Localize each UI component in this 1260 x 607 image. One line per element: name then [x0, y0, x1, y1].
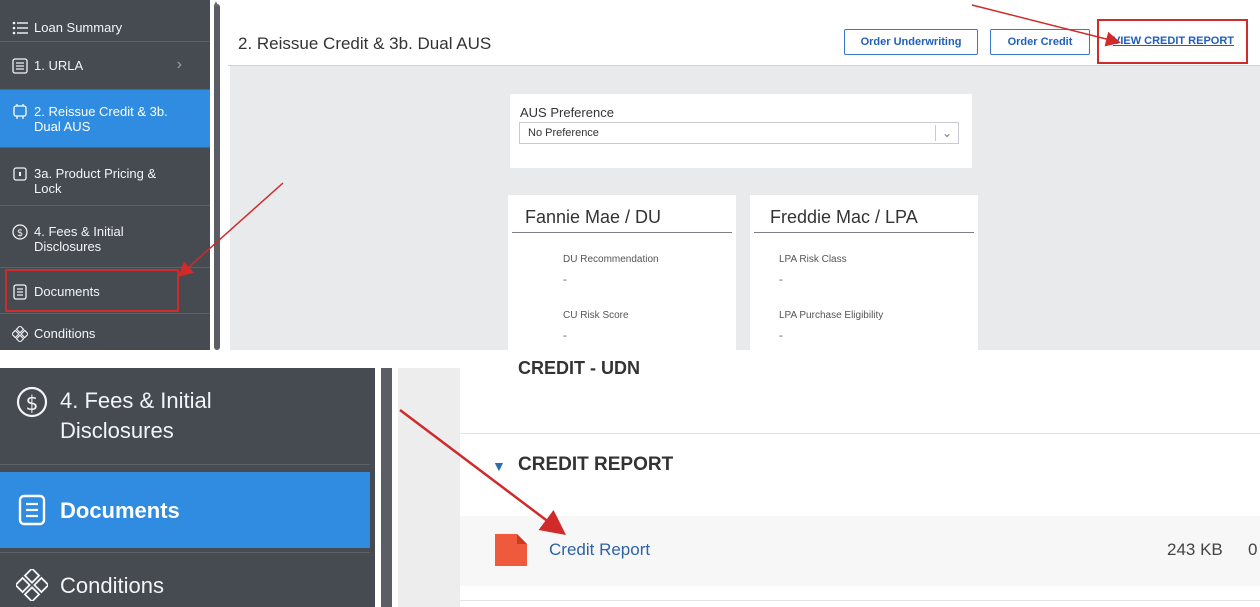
annotation-arrows: [177, 4, 1121, 536]
arrow-to-credit-report: [399, 409, 566, 536]
arrow-to-documents: [177, 182, 284, 277]
arrow-to-view-credit-report: [971, 4, 1121, 47]
